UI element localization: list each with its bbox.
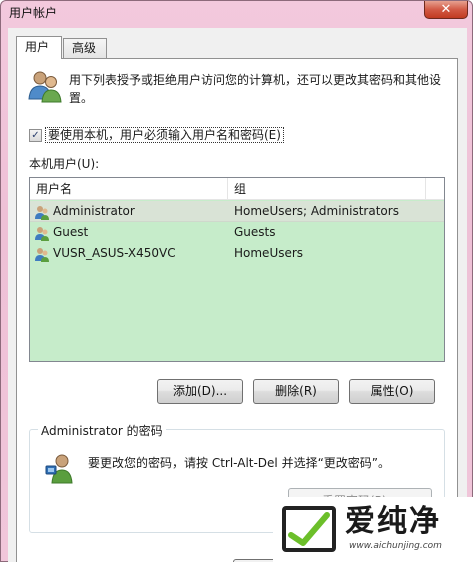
tab-users[interactable]: 用户 (16, 36, 62, 59)
column-header-filler (426, 178, 446, 200)
close-icon: ✕ (440, 2, 452, 17)
user-name-cell: Guest (34, 222, 228, 243)
user-list[interactable]: 用户名 组 Administrator HomeUsers; Administr… (29, 177, 445, 362)
user-name-cell: Administrator (34, 201, 228, 222)
add-user-button[interactable]: 添加(D)... (157, 379, 243, 404)
user-icon (35, 205, 49, 220)
user-accounts-window: 用户帐户 ✕ 用户 高级 用下列表授予或拒绝用户访问您的计算机，还可以更改其密码… (0, 0, 473, 562)
column-header-group[interactable]: 组 (228, 178, 426, 200)
brand-logo-icon (282, 506, 336, 552)
watermark-brand: 爱纯净 (345, 504, 441, 539)
user-key-icon (45, 454, 73, 484)
title-bar[interactable]: 用户帐户 ✕ (1, 1, 472, 27)
column-header-username[interactable]: 用户名 (30, 178, 228, 200)
require-password-label[interactable]: 要使用本机，用户必须输入用户名和密码(E) (45, 127, 284, 143)
intro-text: 用下列表授予或拒绝用户访问您的计算机，还可以更改其密码和其他设置。 (69, 73, 442, 105)
tab-advanced[interactable]: 高级 (63, 38, 107, 58)
close-button[interactable]: ✕ (424, 1, 468, 19)
password-hint-text: 要更改您的密码，请按 Ctrl-Alt-Del 并选择“更改密码”。 (88, 456, 391, 470)
user-name-cell: VUSR_ASUS-X450VC (34, 243, 228, 264)
user-group: Guests (234, 225, 276, 239)
watermark-url: www.aichunjing.com (349, 541, 442, 551)
window-title: 用户帐户 (9, 6, 58, 20)
table-row[interactable]: Guest Guests (30, 222, 444, 243)
list-header: 用户名 组 (30, 178, 444, 200)
user-icon (35, 247, 49, 262)
properties-button[interactable]: 属性(O) (349, 379, 435, 404)
user-name: VUSR_ASUS-X450VC (53, 246, 176, 260)
client-area: 用户 高级 用下列表授予或拒绝用户访问您的计算机，还可以更改其密码和其他设置。 … (8, 28, 467, 562)
table-row[interactable]: VUSR_ASUS-X450VC HomeUsers (30, 243, 444, 264)
table-row[interactable]: Administrator HomeUsers; Administrators (30, 201, 444, 222)
require-password-checkbox[interactable]: ✓ (29, 128, 42, 142)
users-tab-panel: 用下列表授予或拒绝用户访问您的计算机，还可以更改其密码和其他设置。 ✓ 要使用本… (16, 58, 458, 562)
remove-user-button[interactable]: 删除(R) (253, 379, 339, 404)
users-icon (28, 71, 62, 103)
password-group-title: Administrator 的密码 (38, 422, 166, 439)
user-name: Administrator (53, 204, 135, 218)
user-name: Guest (53, 225, 89, 239)
user-icon (35, 226, 49, 241)
watermark: 爱纯净 www.aichunjing.com (273, 497, 473, 562)
require-password-row[interactable]: ✓ 要使用本机，用户必须输入用户名和密码(E) (29, 127, 284, 143)
user-group: HomeUsers; Administrators (234, 204, 399, 218)
user-group: HomeUsers (234, 246, 304, 260)
local-users-label: 本机用户(U): (29, 157, 100, 171)
user-rows: Administrator HomeUsers; Administrators (30, 201, 444, 264)
